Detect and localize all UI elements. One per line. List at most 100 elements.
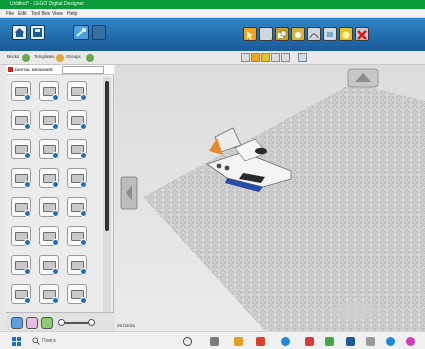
save-button[interactable] <box>30 25 45 40</box>
camera-tool-button[interactable] <box>298 53 307 62</box>
brick-palette: DIGITAL DESIGNER <box>6 65 114 331</box>
paint-mode-toggle[interactable] <box>26 317 38 329</box>
brick-tile[interactable] <box>11 139 31 159</box>
zoom-min-knob[interactable] <box>58 319 65 326</box>
hide-tool-button[interactable] <box>339 27 353 41</box>
menu-view[interactable]: View <box>52 11 63 17</box>
home-icon <box>14 28 25 37</box>
brick-tile[interactable] <box>11 197 31 217</box>
groups-tab-icon <box>86 54 94 62</box>
bricks-tab[interactable]: Bricks <box>7 54 19 59</box>
flex-tool-icon <box>309 33 319 39</box>
templates-tab[interactable]: Templates <box>34 54 55 59</box>
align-tool-button[interactable] <box>241 53 250 62</box>
brick-tile[interactable] <box>39 139 59 159</box>
brick-variants-badge <box>52 210 59 217</box>
app-pink-icon[interactable] <box>406 337 415 346</box>
baseplate-scene <box>120 68 425 331</box>
yandex-app-icon[interactable] <box>305 337 314 346</box>
brick-variants-badge <box>52 94 59 101</box>
brick-variants-badge <box>52 181 59 188</box>
baseplate-studs <box>143 83 425 331</box>
windows-taskbar: Поиск <box>0 331 425 349</box>
brick-tile[interactable] <box>11 81 31 101</box>
brick-variants-badge <box>24 297 31 304</box>
brick-tile[interactable] <box>39 110 59 130</box>
clone-tool-button[interactable] <box>275 27 289 41</box>
brick-variants-badge <box>80 94 87 101</box>
brick-tile[interactable] <box>67 197 87 217</box>
rotate-left-tool-button[interactable] <box>281 53 290 62</box>
menu-toolbox[interactable]: Tool Box <box>31 11 50 17</box>
brick-tile[interactable] <box>11 255 31 275</box>
taskbar-search-box[interactable]: Поиск <box>32 336 132 346</box>
home-button[interactable] <box>12 25 27 40</box>
brick-tile[interactable] <box>11 284 31 304</box>
menu-file[interactable]: File <box>6 11 14 17</box>
brick-tile[interactable] <box>39 197 59 217</box>
save-icon <box>33 28 42 37</box>
brick-tile[interactable] <box>67 81 87 101</box>
brick-tile[interactable] <box>67 226 87 246</box>
brick-tile[interactable] <box>39 226 59 246</box>
brick-tile[interactable] <box>11 168 31 188</box>
select-tool-icon <box>247 31 253 40</box>
delete-tool-icon <box>357 30 367 40</box>
taskbar-search-placeholder: Поиск <box>42 337 56 344</box>
brick-variants-badge <box>80 123 87 130</box>
brick-tile[interactable] <box>67 168 87 188</box>
app-red-icon[interactable] <box>256 337 265 346</box>
brick-tile[interactable] <box>39 81 59 101</box>
brick-variants-badge <box>80 152 87 159</box>
palette-search-input[interactable] <box>62 66 104 74</box>
hide-tool-icon <box>342 31 350 39</box>
menu-bar: File Edit Tool Box View Help <box>0 9 425 18</box>
brick-tile[interactable] <box>11 110 31 130</box>
brick-tile[interactable] <box>67 255 87 275</box>
paint-tool-button[interactable] <box>323 27 337 41</box>
brick-variants-badge <box>52 268 59 275</box>
app-blue-icon[interactable] <box>386 337 395 346</box>
zoom-max-knob[interactable] <box>88 319 95 326</box>
task-view-icon[interactable] <box>183 337 192 346</box>
lego-logo-icon <box>8 67 13 72</box>
delete-tool-button[interactable] <box>355 27 369 41</box>
palette-scroll-thumb[interactable] <box>105 81 109 231</box>
brick-variants-badge <box>24 181 31 188</box>
multi-select-tool-button[interactable] <box>259 27 273 41</box>
search-icon <box>32 337 40 345</box>
group-mode-toggle[interactable] <box>41 317 53 329</box>
groups-tab[interactable]: Groups <box>66 54 81 59</box>
brick-tile[interactable] <box>39 168 59 188</box>
connect-tool-button[interactable] <box>261 53 270 62</box>
hinge-tool-button[interactable] <box>291 27 305 41</box>
brick-variants-badge <box>24 152 31 159</box>
edge-app-icon[interactable] <box>281 337 290 346</box>
menu-edit[interactable]: Edit <box>18 11 27 17</box>
main-toolbar <box>0 18 425 51</box>
build-mode-toggle[interactable] <box>11 317 23 329</box>
brick-variants-badge <box>80 297 87 304</box>
windows-start-icon[interactable] <box>12 337 21 346</box>
explorer-app-icon[interactable] <box>210 337 219 346</box>
flex-tool-button[interactable] <box>307 27 321 41</box>
bricks-tab-icon <box>22 54 30 62</box>
app-gray-icon[interactable] <box>366 337 375 346</box>
brick-tile[interactable] <box>11 226 31 246</box>
brick-tile[interactable] <box>67 284 87 304</box>
lego-dd-app-icon[interactable] <box>346 337 355 346</box>
brick-tile[interactable] <box>39 255 59 275</box>
menu-help[interactable]: Help <box>67 11 77 17</box>
rotate-tool-button[interactable] <box>271 53 280 62</box>
palette-title: DIGITAL DESIGNER <box>15 67 53 72</box>
build-mode-button[interactable] <box>92 25 106 40</box>
view-mode-button[interactable] <box>73 25 89 40</box>
build-canvas[interactable]: 26 bricks <box>115 65 425 331</box>
select-tool-button[interactable] <box>243 27 257 41</box>
brick-tile[interactable] <box>67 110 87 130</box>
app-green-icon[interactable] <box>325 337 334 346</box>
brick-tile[interactable] <box>39 284 59 304</box>
snap-tool-button[interactable] <box>251 53 260 62</box>
brick-tile[interactable] <box>67 139 87 159</box>
folder-app-icon[interactable] <box>234 337 243 346</box>
